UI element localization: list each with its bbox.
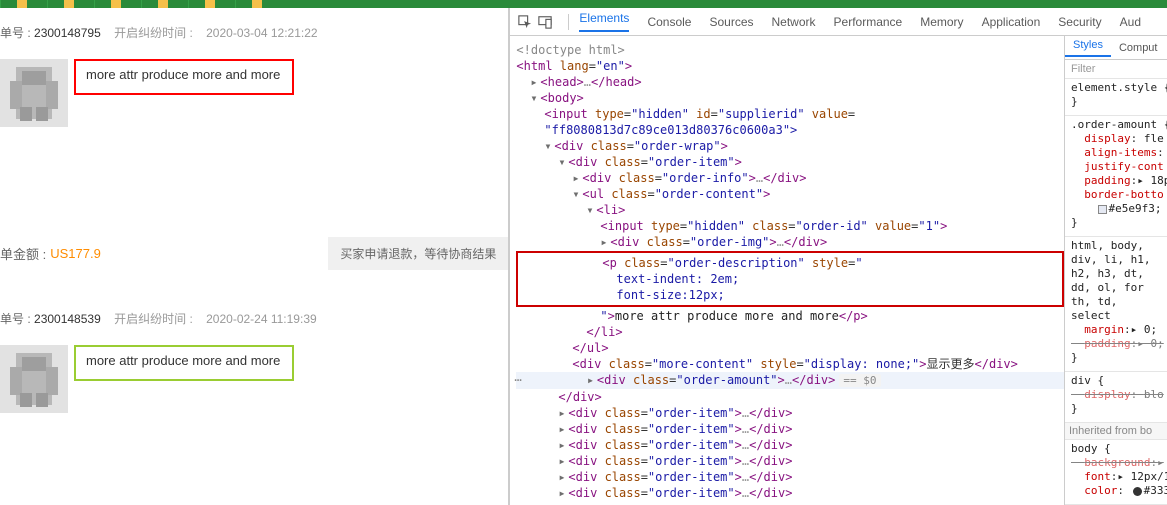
selected-eq-badge: == $0 [839, 374, 880, 387]
bookmark-item[interactable] [188, 0, 235, 8]
tab-application[interactable]: Application [982, 15, 1041, 29]
tab-console[interactable]: Console [647, 15, 691, 29]
order-time: 2020-03-04 12:21:22 [206, 26, 317, 40]
style-text-indent: text-indent: 2em; [616, 272, 739, 286]
product-thumbnail[interactable] [0, 345, 68, 413]
order-status: 买家申请退款，等待协商结果 [328, 237, 508, 270]
more-content-text: 显示更多 [927, 357, 975, 371]
order-time-label: 开启纠纷时间 : [114, 26, 193, 40]
color-swatch-icon[interactable] [1098, 205, 1107, 214]
tab-network[interactable]: Network [772, 15, 816, 29]
inherited-label: Inherited from bo [1065, 423, 1167, 440]
order-description: more attr produce more and more [86, 353, 280, 368]
bookmark-item[interactable] [47, 0, 94, 8]
rule-element-style[interactable]: element.style { } [1065, 79, 1167, 116]
order-id: 2300148795 [34, 26, 101, 40]
tab-sources[interactable]: Sources [709, 15, 753, 29]
dom-doctype[interactable]: <!doctype html> [516, 42, 1064, 58]
supplier-id-value: "ff8080813d7c89ce013d80376c0600a3"> [544, 123, 797, 137]
amount-value: US177.9 [50, 246, 101, 261]
rule-reset[interactable]: html, body, div, li, h1, h2, h3, dt, dd,… [1065, 237, 1167, 372]
elements-dom-tree[interactable]: <!doctype html> <html lang="en"> ▸<head>… [510, 36, 1064, 505]
order-description-highlight-red: more attr produce more and more [74, 59, 294, 95]
style-font-size: font-size:12px; [616, 288, 724, 302]
dom-selected-row[interactable]: ⋯ ▸<div class="order-amount">…</div>== $… [516, 372, 1064, 389]
styles-pane[interactable]: Styles Comput Filter element.style { } .… [1064, 36, 1167, 505]
tab-audits[interactable]: Aud [1120, 15, 1141, 29]
devtools-tabs: Elements Console Sources Network Perform… [510, 8, 1167, 36]
tab-memory[interactable]: Memory [920, 15, 963, 29]
bookmark-item[interactable] [141, 0, 188, 8]
order-header: 单号 : 2300148795 开启纠纷时间 : 2020-03-04 12:2… [0, 24, 508, 41]
order-id-label: 单号 : [0, 26, 31, 40]
tab-security[interactable]: Security [1058, 15, 1101, 29]
bookmark-bar [0, 0, 1167, 8]
computed-tab[interactable]: Comput [1111, 42, 1166, 54]
devtools-panel: Elements Console Sources Network Perform… [509, 8, 1167, 505]
device-toggle-icon[interactable] [538, 15, 552, 29]
rule-div[interactable]: div { display: blo } [1065, 372, 1167, 423]
amount-label: 单金额 : [0, 244, 46, 263]
tab-elements[interactable]: Elements [579, 11, 629, 32]
p-text: more attr produce more and more [615, 309, 839, 323]
order-time-label: 开启纠纷时间 : [114, 312, 193, 326]
order-description-highlight-green: more attr produce more and more [74, 345, 294, 381]
rule-body[interactable]: body { background:▸ font:▸ 12px/1 Arial,… [1065, 440, 1167, 505]
color-swatch-icon[interactable] [1133, 487, 1142, 496]
order-time: 2020-02-24 11:19:39 [206, 312, 317, 326]
tab-performance[interactable]: Performance [834, 15, 903, 29]
bookmark-item[interactable] [235, 0, 282, 8]
bookmark-item[interactable] [94, 0, 141, 8]
rule-order-amount[interactable]: .order-amount { display: fle align-items… [1065, 116, 1167, 237]
order-header: 单号 : 2300148539 开启纠纷时间 : 2020-02-24 11:1… [0, 310, 508, 327]
styles-tab[interactable]: Styles [1065, 39, 1111, 57]
order-id-label: 单号 : [0, 312, 31, 326]
order-block: 单号 : 2300148539 开启纠纷时间 : 2020-02-24 11:1… [0, 294, 508, 413]
styles-filter[interactable]: Filter [1065, 60, 1167, 79]
order-id: 2300148539 [34, 312, 101, 326]
dom-highlight-red: <p class="order-description" style=" tex… [516, 251, 1064, 307]
product-thumbnail[interactable] [0, 59, 68, 127]
app-preview-pane[interactable]: 单号 : 2300148795 开启纠纷时间 : 2020-03-04 12:2… [0, 8, 509, 505]
order-description: more attr produce more and more [86, 67, 280, 82]
bookmark-item[interactable] [0, 0, 47, 8]
order-block: 单号 : 2300148795 开启纠纷时间 : 2020-03-04 12:2… [0, 8, 508, 270]
inspect-icon[interactable] [518, 15, 532, 29]
